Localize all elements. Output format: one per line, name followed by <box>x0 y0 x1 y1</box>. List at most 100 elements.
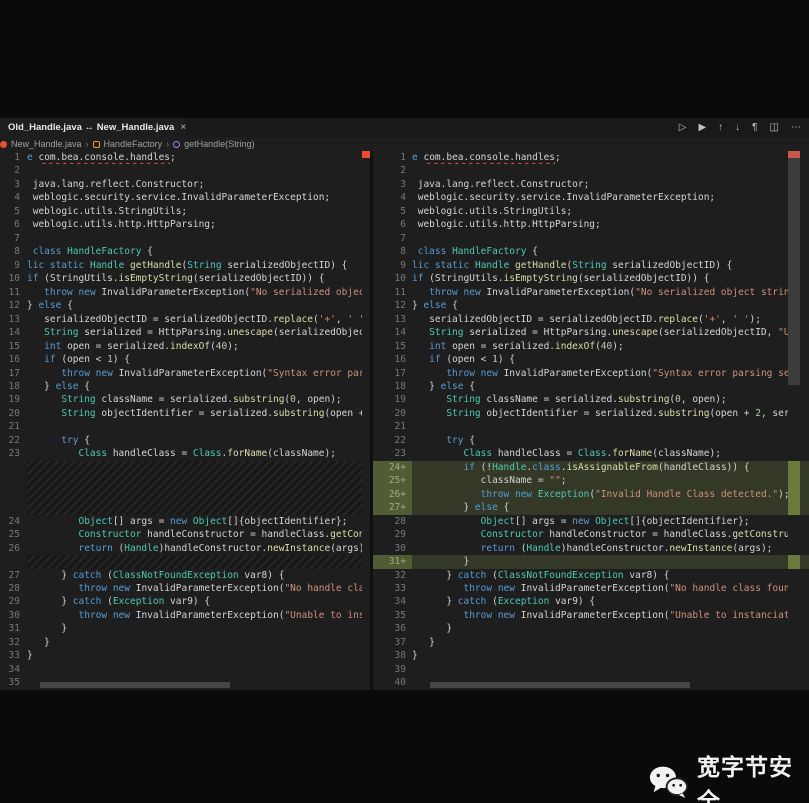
line-number[interactable]: 17 <box>373 367 412 380</box>
code-line[interactable]: 24 Object[] args = new Object[]{objectId… <box>0 515 370 528</box>
code-line[interactable]: 25+ className = ""; <box>373 474 809 487</box>
code-line[interactable]: 6 weblogic.utils.http.HttpParsing; <box>373 218 809 231</box>
code-line[interactable]: 10if (StringUtils.isEmptyString(serializ… <box>0 272 370 285</box>
line-number[interactable]: 18 <box>0 380 27 393</box>
line-number[interactable]: 19 <box>0 393 27 406</box>
line-number[interactable]: 1 <box>0 151 27 164</box>
code-line[interactable]: 30 throw new InvalidParameterException("… <box>0 609 370 622</box>
code-line[interactable]: 7 <box>373 232 809 245</box>
code-line[interactable]: 37 } <box>373 636 809 649</box>
code-line[interactable]: 30 return (Handle)handleConstructor.newI… <box>373 542 809 555</box>
code-line[interactable]: 18 } else { <box>373 380 809 393</box>
code-line[interactable]: 5 weblogic.utils.StringUtils; <box>0 205 370 218</box>
line-number[interactable]: 22 <box>0 434 27 447</box>
line-number[interactable]: 30 <box>0 609 27 622</box>
breadcrumb-method[interactable]: getHandle(String) <box>184 139 255 149</box>
line-number[interactable]: 21 <box>373 420 412 433</box>
code-line[interactable]: 17 throw new InvalidParameterException("… <box>0 367 370 380</box>
code-line[interactable]: 16 if (open < 1) { <box>0 353 370 366</box>
code-line[interactable]: 39 <box>373 663 809 676</box>
line-number[interactable]: 23 <box>0 447 27 460</box>
code-line[interactable]: 1e com.bea.console.handles; <box>0 151 370 164</box>
line-number[interactable]: 16 <box>373 353 412 366</box>
code-line[interactable]: 12} else { <box>373 299 809 312</box>
code-line[interactable]: 27+ } else { <box>373 501 809 514</box>
line-number[interactable]: 6 <box>373 218 412 231</box>
line-number[interactable]: 22 <box>373 434 412 447</box>
code-line[interactable]: 13 serializedObjectID = serializedObject… <box>0 313 370 326</box>
code-line[interactable]: 14 String serialized = HttpParsing.unesc… <box>0 326 370 339</box>
line-number[interactable]: 34 <box>373 595 412 608</box>
line-number[interactable]: 10 <box>373 272 412 285</box>
toggle-whitespace-icon[interactable]: ¶ <box>752 118 757 137</box>
line-number[interactable]: 28 <box>0 582 27 595</box>
line-number[interactable]: 15 <box>373 340 412 353</box>
vertical-scrollbar-right[interactable] <box>788 151 800 385</box>
code-line[interactable]: 15 int open = serialized.indexOf(40); <box>373 340 809 353</box>
original-editor-pane[interactable]: 1e com.bea.console.handles;23 java.lang.… <box>0 151 370 690</box>
code-line[interactable]: 28 throw new InvalidParameterException("… <box>0 582 370 595</box>
code-line[interactable]: 23 Class handleClass = Class.forName(cla… <box>0 447 370 460</box>
code-line[interactable]: 9lic static Handle getHandle(String seri… <box>373 259 809 272</box>
code-line[interactable]: 28 Object[] args = new Object[]{objectId… <box>373 515 809 528</box>
code-line[interactable]: 22 try { <box>373 434 809 447</box>
code-line[interactable]: 36 } <box>373 622 809 635</box>
split-editor-icon[interactable]: ◫ <box>770 118 779 137</box>
more-actions-icon[interactable]: ⋯ <box>791 118 801 137</box>
code-line[interactable]: 6 weblogic.utils.http.HttpParsing; <box>0 218 370 231</box>
line-number[interactable]: 21 <box>0 420 27 433</box>
line-number[interactable]: 3 <box>0 178 27 191</box>
code-line[interactable]: 19 String className = serialized.substri… <box>373 393 809 406</box>
code-line[interactable]: 5 weblogic.utils.StringUtils; <box>373 205 809 218</box>
line-number[interactable]: 23 <box>373 447 412 460</box>
code-line[interactable]: 16 if (open < 1) { <box>373 353 809 366</box>
line-number[interactable]: 14 <box>0 326 27 339</box>
line-number[interactable]: 5 <box>373 205 412 218</box>
code-line[interactable]: 20 String objectIdentifier = serialized.… <box>0 407 370 420</box>
close-icon[interactable]: × <box>180 122 186 133</box>
line-number[interactable]: 28 <box>373 515 412 528</box>
modified-editor-pane[interactable]: 1e com.bea.console.handles;23 java.lang.… <box>373 151 809 690</box>
horizontal-scrollbar-left[interactable] <box>40 682 230 688</box>
code-line[interactable]: 26 return (Handle)handleConstructor.newI… <box>0 542 370 555</box>
code-line[interactable]: 10if (StringUtils.isEmptyString(serializ… <box>373 272 809 285</box>
line-number[interactable]: 19 <box>373 393 412 406</box>
line-number[interactable]: 32 <box>0 636 27 649</box>
code-line[interactable]: 12} else { <box>0 299 370 312</box>
code-line[interactable]: 3 java.lang.reflect.Constructor; <box>373 178 809 191</box>
code-line[interactable]: 25 Constructor handleConstructor = handl… <box>0 528 370 541</box>
code-line[interactable]: 8 class HandleFactory { <box>0 245 370 258</box>
code-line[interactable]: 24+ if (!Handle.class.isAssignableFrom(h… <box>373 461 809 474</box>
line-number[interactable]: 38 <box>373 649 412 662</box>
code-line[interactable]: 19 String className = serialized.substri… <box>0 393 370 406</box>
line-number[interactable]: 18 <box>373 380 412 393</box>
code-line[interactable]: 17 throw new InvalidParameterException("… <box>373 367 809 380</box>
code-line[interactable]: 22 try { <box>0 434 370 447</box>
line-number[interactable]: 17 <box>0 367 27 380</box>
next-change-icon[interactable]: ↓ <box>735 118 740 137</box>
line-number[interactable]: 11 <box>0 286 27 299</box>
line-number[interactable]: 3 <box>373 178 412 191</box>
diff-filler-row[interactable] <box>0 461 370 515</box>
line-number[interactable]: 36 <box>373 622 412 635</box>
diff-filler-row[interactable] <box>0 555 370 568</box>
code-line[interactable]: 18 } else { <box>0 380 370 393</box>
code-line[interactable]: 32 } <box>0 636 370 649</box>
line-number[interactable]: 6 <box>0 218 27 231</box>
line-number[interactable]: 40 <box>373 676 412 689</box>
line-number[interactable]: 31 <box>0 622 27 635</box>
line-number[interactable]: 12 <box>373 299 412 312</box>
code-line[interactable]: 34 } catch (Exception var9) { <box>373 595 809 608</box>
code-line[interactable]: 11 throw new InvalidParameterException("… <box>373 286 809 299</box>
code-line[interactable]: 2 <box>373 164 809 177</box>
code-line[interactable]: 20 String objectIdentifier = serialized.… <box>373 407 809 420</box>
line-number[interactable]: 5 <box>0 205 27 218</box>
code-line[interactable]: 4 weblogic.security.service.InvalidParam… <box>373 191 809 204</box>
code-line[interactable]: 34 <box>0 663 370 676</box>
code-line[interactable]: 15 int open = serialized.indexOf(40); <box>0 340 370 353</box>
line-number[interactable]: 2 <box>0 164 27 177</box>
run-icon[interactable]: ▷ <box>679 118 687 137</box>
line-number[interactable]: 14 <box>373 326 412 339</box>
line-number[interactable]: 39 <box>373 663 412 676</box>
code-line[interactable]: 21 <box>373 420 809 433</box>
